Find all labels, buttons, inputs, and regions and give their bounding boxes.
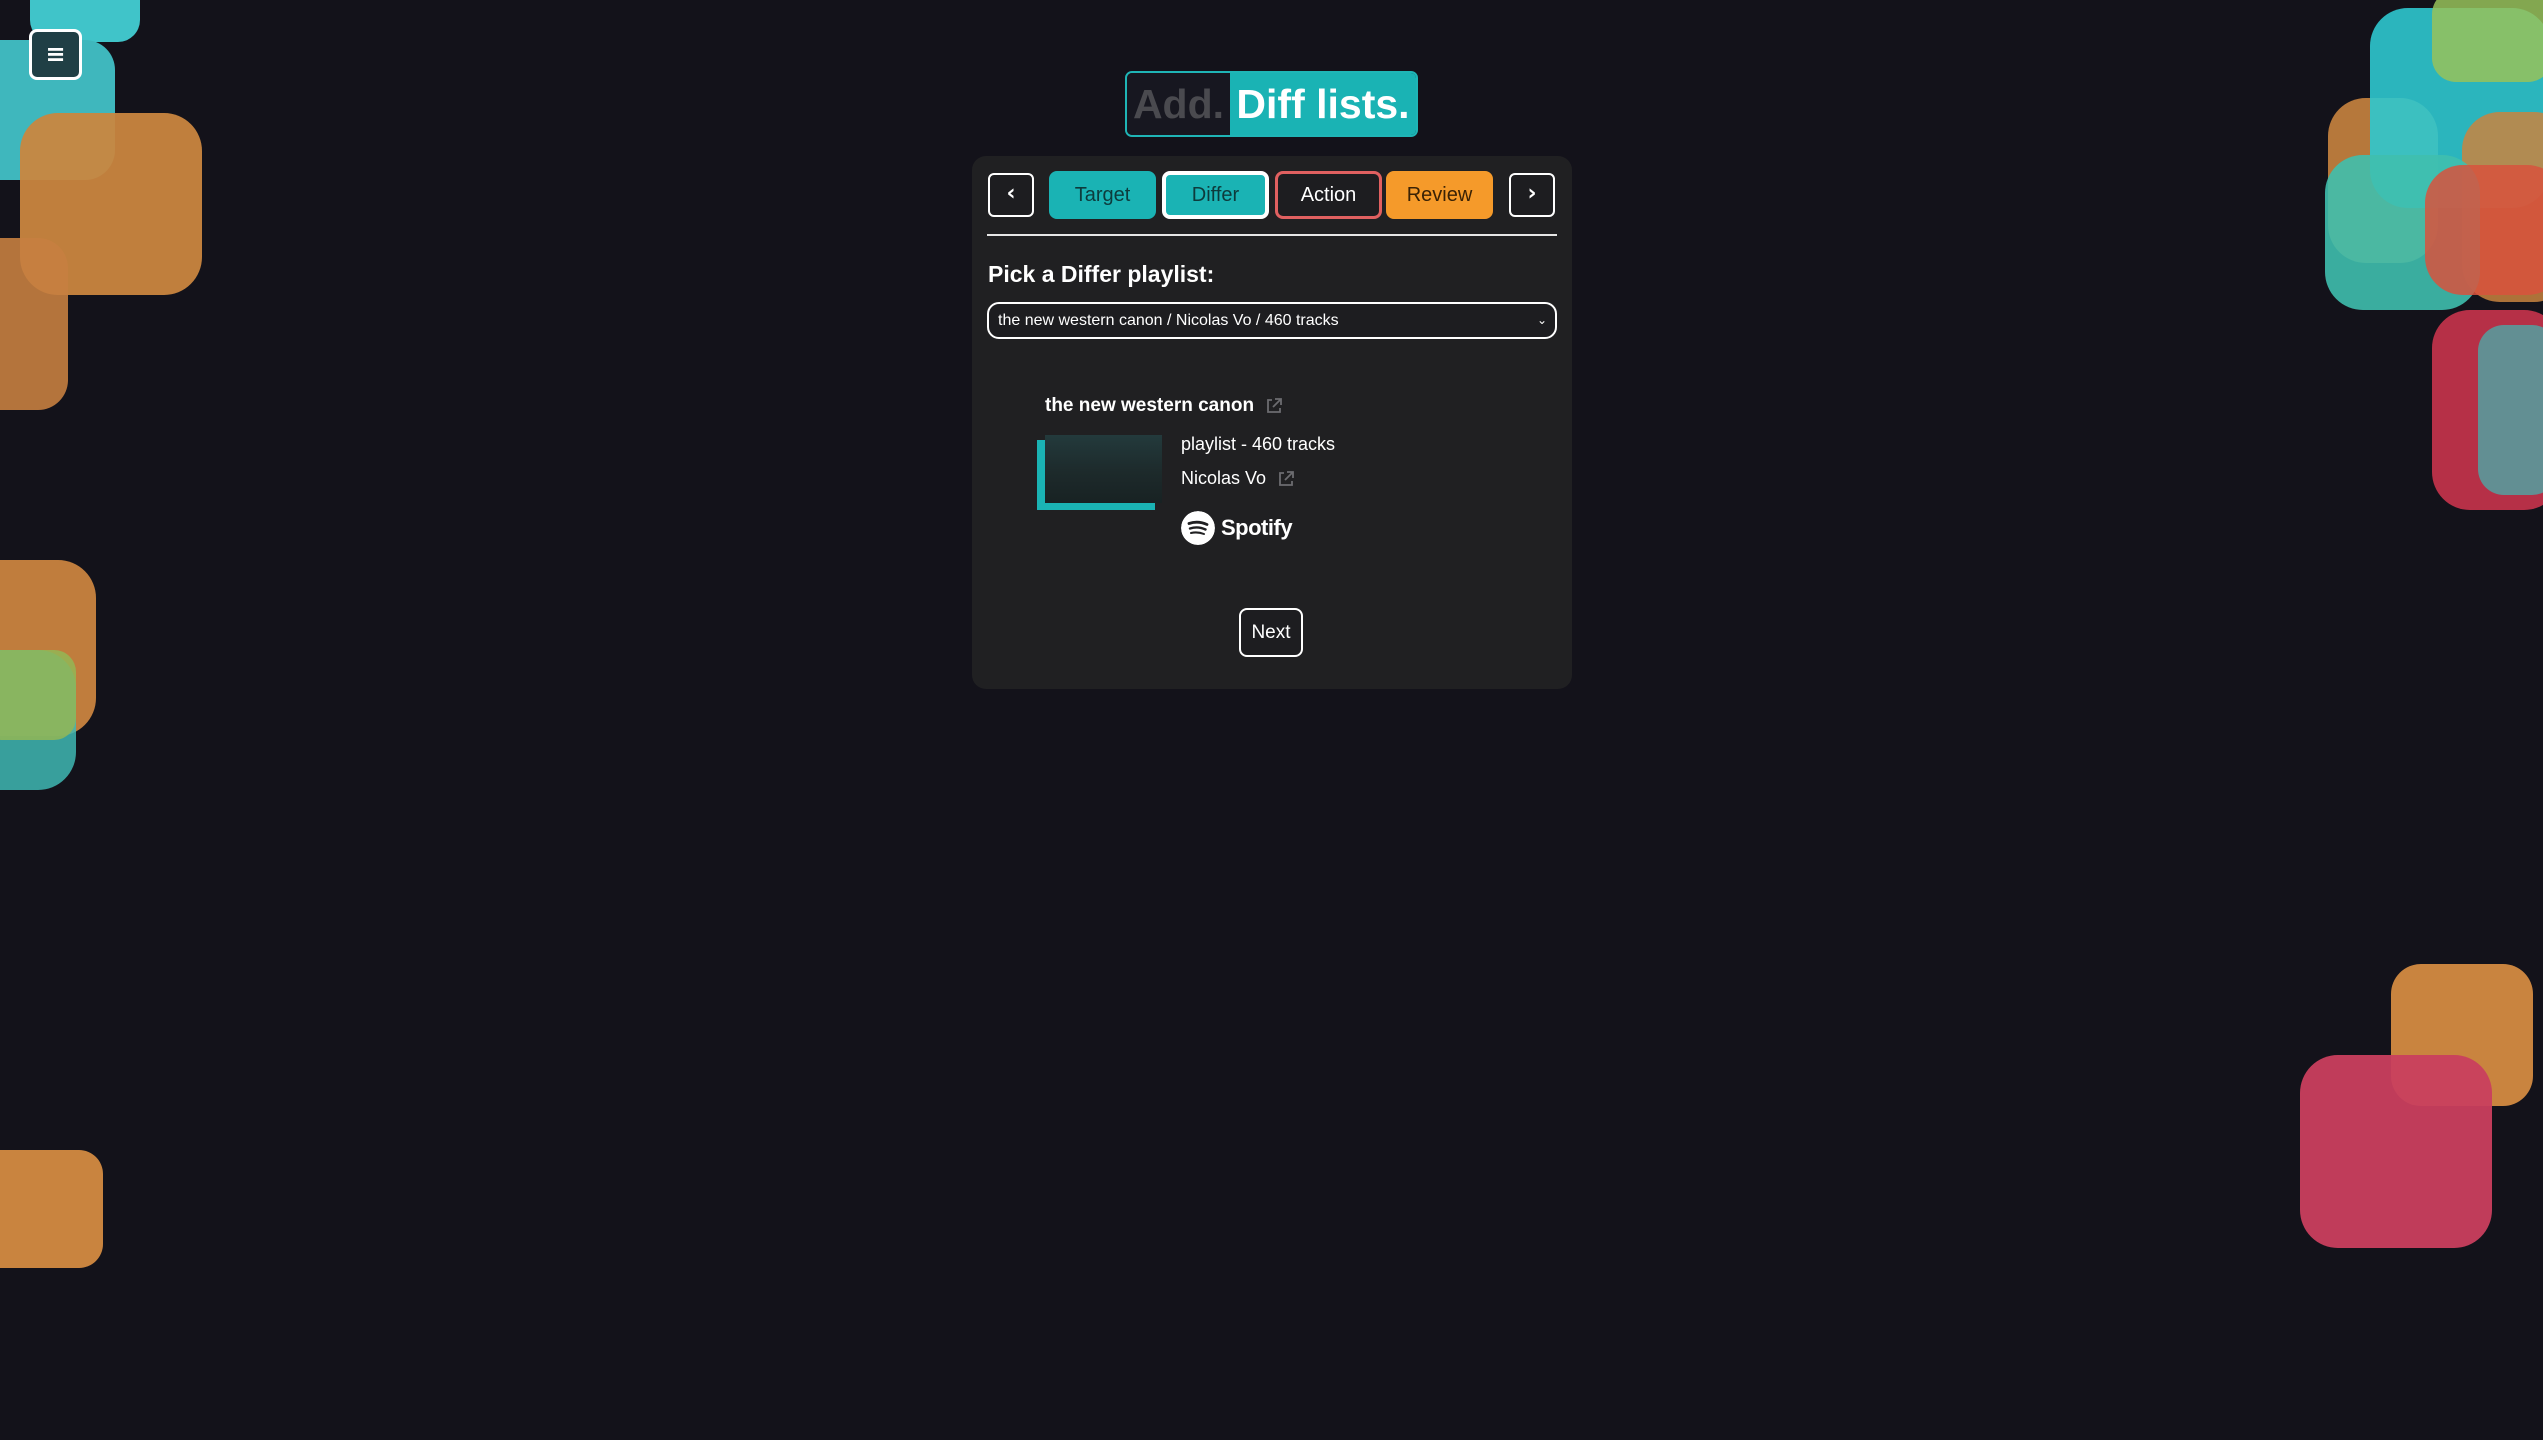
chevron-left-icon: ‹: [1006, 181, 1016, 206]
next-step-button[interactable]: ›: [1509, 173, 1555, 217]
menu-icon: ≡: [45, 40, 66, 68]
step-differ-button[interactable]: Differ: [1162, 171, 1269, 219]
chevron-right-icon: ›: [1527, 181, 1537, 206]
logo-diff-text: Diff lists.: [1230, 73, 1416, 135]
decor-blob: [2300, 1055, 2492, 1248]
spotify-wordmark: Spotify: [1221, 515, 1293, 540]
decor-blob: [2478, 325, 2543, 495]
step-action-button[interactable]: Action: [1275, 171, 1382, 219]
decor-blob: [0, 650, 76, 740]
playlist-title-link[interactable]: the new western canon: [1045, 395, 1254, 416]
external-link-icon[interactable]: [1277, 470, 1295, 488]
playlist-select-value: the new western canon / Nicolas Vo / 460…: [998, 312, 1339, 329]
spotify-logo: Spotify: [1181, 511, 1293, 545]
page: ≡ Add. Diff lists. ‹ Target Differ Actio…: [0, 0, 2543, 1440]
prev-step-button[interactable]: ‹: [988, 173, 1034, 217]
decor-blob: [2432, 0, 2543, 82]
step-review-button[interactable]: Review: [1386, 171, 1493, 219]
decor-blob: [0, 1150, 103, 1268]
external-link-icon[interactable]: [1265, 397, 1283, 415]
playlist-type-count: playlist - 460 tracks: [1181, 434, 1336, 454]
playlist-select[interactable]: the new western canon / Nicolas Vo / 460…: [987, 302, 1557, 339]
spotify-icon: [1181, 511, 1215, 545]
chevron-down-icon: ⌄: [1536, 313, 1547, 327]
playlist-cover-image: [1045, 435, 1162, 503]
playlist-owner-link[interactable]: Nicolas Vo: [1181, 468, 1266, 488]
decor-blob: [2425, 165, 2543, 295]
playlist-owner-row: Nicolas Vo: [1181, 468, 1295, 489]
picker-label: Pick a Differ playlist:: [988, 261, 1215, 287]
divider: [987, 234, 1557, 236]
wizard-card: ‹ Target Differ Action Review › Pick a D…: [972, 156, 1572, 689]
step-target-button[interactable]: Target: [1049, 171, 1156, 219]
next-button[interactable]: Next: [1239, 608, 1303, 657]
decor-blob: [0, 238, 68, 410]
logo-add-text: Add.: [1127, 73, 1230, 135]
app-logo: Add. Diff lists.: [1125, 71, 1418, 137]
hamburger-menu-button[interactable]: ≡: [29, 29, 82, 80]
playlist-title-row: the new western canon: [1045, 395, 1283, 417]
